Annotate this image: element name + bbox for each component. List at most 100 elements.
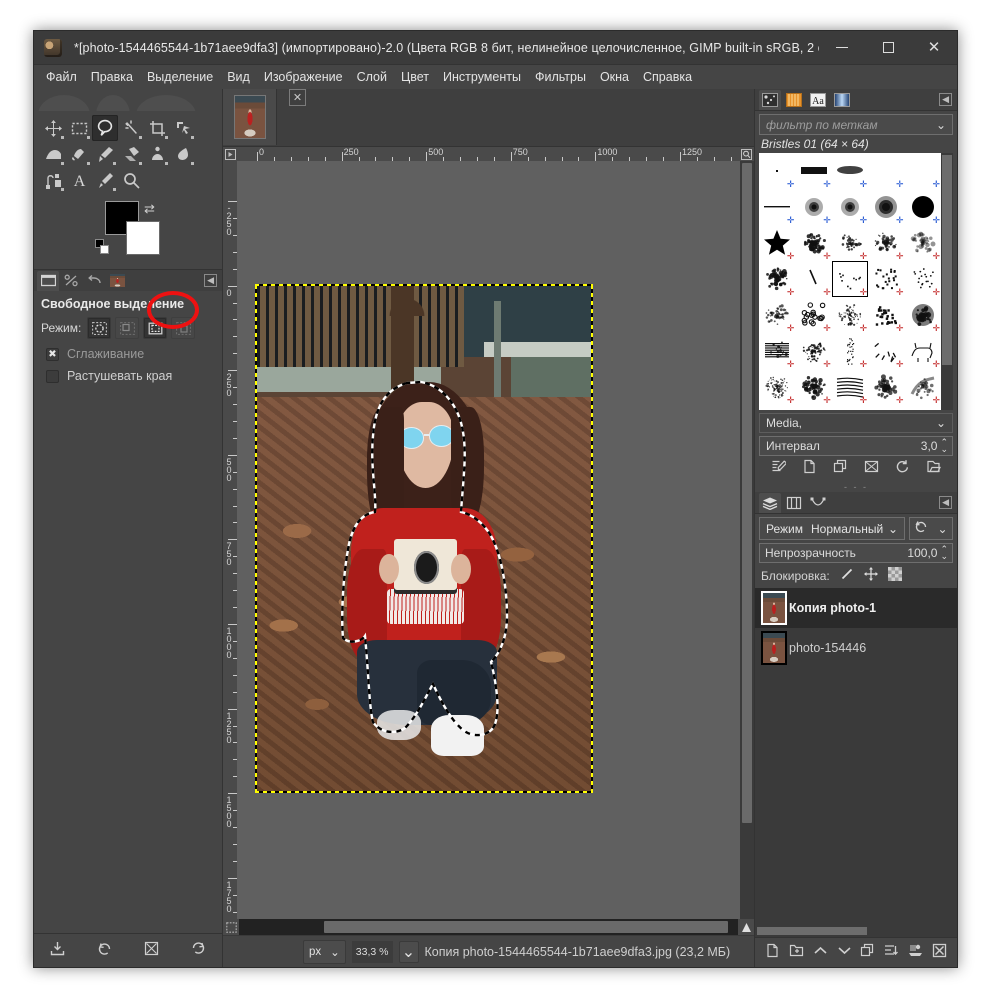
zoom-tool[interactable]: [118, 167, 144, 193]
spinner-icon[interactable]: ⌃ ⌄: [940, 545, 948, 561]
menu-image[interactable]: Изображение: [257, 67, 350, 87]
zoom-value[interactable]: 33,3 %: [352, 941, 393, 963]
menu-view[interactable]: Вид: [220, 67, 257, 87]
brush-cell[interactable]: ✛: [759, 369, 795, 405]
swap-colors-icon[interactable]: ⇄: [144, 201, 155, 217]
brush-cell[interactable]: ✛: [759, 405, 795, 410]
brush-cell[interactable]: ✛: [795, 261, 831, 297]
color-picker-tool[interactable]: [92, 167, 118, 193]
menu-layer[interactable]: Слой: [350, 67, 394, 87]
eraser-tool[interactable]: [118, 141, 144, 167]
lock-pixels-icon[interactable]: [840, 567, 854, 584]
brush-cell[interactable]: ✛: [795, 369, 831, 405]
open-brush-folder-icon[interactable]: [926, 459, 941, 479]
brush-cell[interactable]: ✛: [759, 189, 795, 225]
mode-intersect-button[interactable]: [171, 317, 195, 339]
duplicate-layer-icon[interactable]: [860, 943, 875, 963]
clone-tool[interactable]: [144, 141, 170, 167]
restore-tool-options-icon[interactable]: [97, 941, 112, 961]
mode-replace-button[interactable]: [87, 317, 111, 339]
tab-patterns[interactable]: [783, 90, 805, 110]
navigation-button[interactable]: [738, 919, 754, 935]
brush-tag-filter[interactable]: фильтр по меткам ⌄: [759, 114, 953, 135]
brush-cell[interactable]: ✛: [759, 333, 795, 369]
brush-cell[interactable]: ✛: [868, 405, 904, 410]
horizontal-ruler[interactable]: 0 250 500 750 1000 1250: [237, 147, 738, 161]
brush-cell[interactable]: ✛: [868, 261, 904, 297]
menu-help[interactable]: Справка: [636, 67, 699, 87]
zoom-image-button[interactable]: [738, 147, 754, 161]
brush-cell[interactable]: ✛: [759, 297, 795, 333]
menu-select[interactable]: Выделение: [140, 67, 220, 87]
save-tool-options-icon[interactable]: [50, 941, 65, 961]
brush-cell[interactable]: ✛: [832, 369, 868, 405]
close-image-icon[interactable]: ✕: [289, 89, 306, 106]
mode-subtract-button[interactable]: [143, 317, 167, 339]
brush-grid-scrollbar[interactable]: [941, 153, 953, 410]
tab-brushes[interactable]: [759, 90, 781, 110]
brush-cell[interactable]: ✛: [905, 333, 941, 369]
brush-spacing-row[interactable]: Интервал 3,0 ⌃ ⌄: [759, 436, 953, 456]
brush-cell[interactable]: ✛: [905, 369, 941, 405]
brush-cell[interactable]: ✛: [795, 405, 831, 410]
brush-cell[interactable]: ✛: [905, 297, 941, 333]
lock-position-icon[interactable]: [864, 567, 878, 584]
brush-cell[interactable]: ✛: [868, 189, 904, 225]
antialias-checkbox[interactable]: ✖: [46, 348, 59, 361]
warp-tool[interactable]: [40, 141, 66, 167]
paintbrush-tool[interactable]: [92, 141, 118, 167]
rect-select-tool[interactable]: [66, 115, 92, 141]
tab-layers[interactable]: [759, 493, 781, 513]
ruler-origin-button[interactable]: [223, 147, 237, 161]
feather-edges-checkbox[interactable]: [46, 370, 59, 383]
new-layer-icon[interactable]: [765, 943, 780, 963]
brush-cell[interactable]: ✛: [905, 405, 941, 410]
transform-tool[interactable]: [170, 115, 196, 141]
tool-options-menu-icon[interactable]: ◀: [204, 274, 217, 287]
brush-cell[interactable]: ✛: [795, 153, 831, 189]
layer-mode-selector[interactable]: Режим Нормальный ⌄: [759, 517, 905, 540]
brush-cell[interactable]: ✛: [868, 153, 904, 189]
free-select-tool[interactable]: [92, 115, 118, 141]
zoom-dropdown-button[interactable]: ⌄: [399, 941, 419, 963]
quick-mask-button[interactable]: [223, 919, 239, 935]
text-tool[interactable]: A: [66, 167, 92, 193]
brush-cell[interactable]: ✛: [832, 297, 868, 333]
tab-image-preview[interactable]: [106, 271, 128, 291]
raise-layer-icon[interactable]: [813, 943, 828, 963]
menu-filters[interactable]: Фильтры: [528, 67, 593, 87]
duplicate-brush-icon[interactable]: [833, 459, 848, 479]
fuzzy-select-tool[interactable]: [118, 115, 144, 141]
delete-tool-options-icon[interactable]: [144, 941, 159, 961]
tab-device-status[interactable]: [60, 271, 82, 291]
new-group-icon[interactable]: [789, 943, 804, 963]
edit-brush-icon[interactable]: [771, 459, 786, 479]
brush-cell[interactable]: ✛: [832, 153, 868, 189]
delete-layer-icon[interactable]: [932, 943, 947, 963]
tab-undo-history[interactable]: [83, 271, 105, 291]
brush-cell[interactable]: ✛: [832, 225, 868, 261]
reset-tool-options-icon[interactable]: [191, 941, 206, 961]
spinner-icon[interactable]: ⌃ ⌄: [940, 438, 948, 454]
unit-selector[interactable]: px ⌄: [303, 940, 346, 964]
mode-add-button[interactable]: [115, 317, 139, 339]
layer-row-1[interactable]: photo-154446: [755, 628, 957, 668]
maximize-button[interactable]: [865, 31, 911, 64]
layer-row-0[interactable]: Копия photo-1: [755, 588, 957, 628]
brush-cell[interactable]: ✛: [832, 261, 868, 297]
brush-cell[interactable]: ✛: [905, 261, 941, 297]
brush-cell[interactable]: ✛: [832, 333, 868, 369]
refresh-brushes-icon[interactable]: [895, 459, 910, 479]
brush-cell[interactable]: ✛: [795, 333, 831, 369]
tab-tool-options[interactable]: [37, 271, 59, 291]
tab-channels[interactable]: [783, 493, 805, 513]
crop-tool[interactable]: [144, 115, 170, 141]
brush-media-selector[interactable]: Media, ⌄: [759, 413, 953, 433]
layers-dock-menu-icon[interactable]: ◀: [939, 496, 952, 509]
brush-cell[interactable]: ✛: [795, 225, 831, 261]
dock-resize-grip[interactable]: - - -: [755, 482, 957, 492]
image-canvas[interactable]: [237, 161, 740, 919]
brush-cell[interactable]: ✛: [868, 333, 904, 369]
brush-cell[interactable]: ✛: [868, 225, 904, 261]
tab-paths[interactable]: [807, 493, 829, 513]
